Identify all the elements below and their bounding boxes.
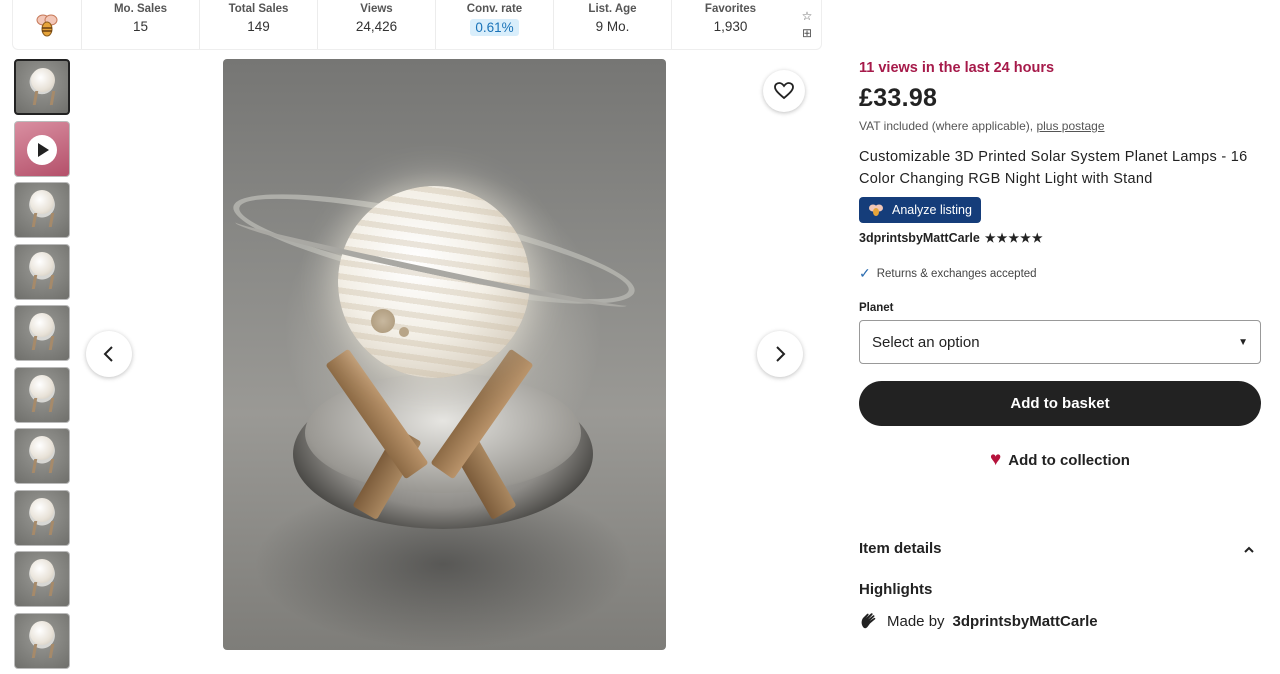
made-by-seller[interactable]: 3dprintsbyMattCarle bbox=[953, 613, 1098, 630]
returns-policy: ✓ Returns & exchanges accepted bbox=[859, 265, 1264, 282]
add-to-collection-button[interactable]: ♥ Add to collection bbox=[859, 438, 1261, 482]
listing-panel: 11 views in the last 24 hours £33.98 VAT… bbox=[859, 60, 1264, 630]
chevron-right-icon bbox=[776, 346, 786, 362]
stat-value: 15 bbox=[132, 19, 149, 34]
vat-text: VAT included (where applicable), bbox=[859, 119, 1034, 133]
chevron-up-icon bbox=[1244, 546, 1254, 553]
stat-label: Favorites bbox=[704, 3, 757, 15]
thumbnail-image[interactable] bbox=[14, 551, 70, 607]
stat-total-sales: Total Sales 149 bbox=[199, 0, 317, 49]
add-to-basket-button[interactable]: Add to basket bbox=[859, 381, 1261, 426]
seller-name[interactable]: 3dprintsbyMattCarle bbox=[859, 231, 980, 245]
hand-wave-icon bbox=[861, 613, 876, 629]
heart-outline-icon bbox=[774, 82, 794, 100]
star-icon[interactable]: ☆ bbox=[802, 10, 813, 22]
stat-label: Total Sales bbox=[228, 3, 289, 15]
item-details-toggle[interactable]: Item details bbox=[859, 540, 1255, 557]
made-by-prefix: Made by bbox=[887, 612, 945, 630]
stat-value: 1,930 bbox=[713, 19, 748, 34]
seller-row: 3dprintsbyMattCarle ★★★★★ bbox=[859, 231, 1264, 245]
stats-actions: ☆ ⊞ bbox=[795, 0, 819, 49]
stat-label: Conv. rate bbox=[466, 3, 523, 15]
thumbnail-stand bbox=[31, 582, 55, 596]
returns-text: Returns & exchanges accepted bbox=[876, 267, 1037, 280]
add-to-collection-label: Add to collection bbox=[1008, 451, 1130, 469]
thumbnail-stand bbox=[31, 459, 55, 473]
highlights-heading: Highlights bbox=[859, 581, 933, 598]
thumbnail-stand bbox=[31, 274, 55, 289]
thumbnail-image[interactable] bbox=[14, 489, 70, 546]
stat-list-age: List. Age 9 Mo. bbox=[553, 0, 671, 49]
vat-note: VAT included (where applicable), plus po… bbox=[859, 119, 1264, 133]
favorite-button[interactable] bbox=[763, 70, 805, 112]
planet-select[interactable]: Select an option ▼ bbox=[859, 320, 1261, 364]
thumbnail-planet bbox=[30, 313, 54, 337]
stats-bar: Mo. Sales 15 Total Sales 149 Views 24,42… bbox=[12, 0, 822, 50]
main-product-image[interactable] bbox=[223, 59, 666, 650]
thumbnail-stand bbox=[32, 91, 56, 105]
thumbnail-strip bbox=[14, 59, 70, 674]
stat-label: Mo. Sales bbox=[113, 3, 168, 15]
next-image-button[interactable] bbox=[757, 331, 803, 377]
thumbnail-image[interactable] bbox=[14, 243, 70, 300]
thumbnail-image[interactable] bbox=[14, 428, 70, 484]
play-icon bbox=[27, 134, 57, 165]
extension-logo-icon bbox=[869, 204, 883, 216]
thumbnail-stand bbox=[31, 213, 55, 227]
previous-image-button[interactable] bbox=[86, 331, 132, 377]
checkmark-icon: ✓ bbox=[859, 265, 871, 281]
analyze-listing-button[interactable]: Analyze listing bbox=[859, 197, 981, 223]
stat-conv-rate: Conv. rate 0.61% bbox=[435, 0, 553, 49]
planet-crater bbox=[399, 327, 409, 337]
thumbnail-video[interactable] bbox=[14, 120, 70, 177]
stat-views: Views 24,426 bbox=[317, 0, 435, 49]
thumbnail-planet bbox=[30, 190, 54, 214]
stat-value: 149 bbox=[247, 19, 270, 34]
thumbnail-stand bbox=[31, 643, 55, 658]
stat-label: List. Age bbox=[588, 3, 637, 15]
thumbnail-image[interactable] bbox=[14, 305, 70, 361]
thumbnail-image[interactable] bbox=[14, 182, 70, 238]
stat-value: 24,426 bbox=[355, 19, 398, 34]
extension-logo-icon[interactable] bbox=[13, 0, 81, 49]
thumbnail-image[interactable] bbox=[14, 366, 70, 423]
views-notice: 11 views in the last 24 hours bbox=[859, 60, 1055, 76]
item-details-heading: Item details bbox=[859, 540, 942, 557]
stat-value: 9 Mo. bbox=[595, 19, 630, 34]
price: £33.98 bbox=[859, 84, 938, 112]
planet-option-label: Planet bbox=[859, 302, 894, 314]
thumbnail-stand bbox=[31, 520, 55, 535]
stat-label: Views bbox=[360, 3, 393, 15]
stat-mo-sales: Mo. Sales 15 bbox=[81, 0, 199, 49]
postage-link[interactable]: plus postage bbox=[1036, 119, 1104, 133]
thumbnail-planet bbox=[31, 68, 55, 92]
expand-icon[interactable]: ⊞ bbox=[802, 27, 812, 39]
analyze-listing-label: Analyze listing bbox=[892, 203, 972, 217]
chevron-left-icon bbox=[103, 346, 113, 362]
thumbnail-planet bbox=[30, 436, 54, 460]
thumbnail-stand bbox=[31, 397, 55, 412]
thumbnail-planet bbox=[30, 620, 54, 645]
thumbnail-planet bbox=[30, 374, 54, 399]
listing-title: Customizable 3D Printed Solar System Pla… bbox=[859, 149, 1248, 187]
thumbnail-planet bbox=[30, 251, 54, 276]
thumbnail-planet bbox=[30, 497, 54, 522]
thumbnail-image[interactable] bbox=[14, 612, 70, 669]
planet-select-value: Select an option bbox=[872, 333, 980, 351]
conv-rate-badge: 0.61% bbox=[470, 19, 519, 36]
made-by-row: Made by 3dprintsbyMattCarle bbox=[859, 612, 1264, 630]
planet-crater bbox=[371, 309, 395, 333]
thumbnail-image[interactable] bbox=[14, 59, 70, 115]
thumbnail-stand bbox=[31, 336, 55, 350]
dropdown-caret-icon: ▼ bbox=[1238, 336, 1248, 348]
thumbnail-planet bbox=[30, 559, 54, 583]
rating-stars: ★★★★★ bbox=[984, 231, 1044, 245]
stat-favorites: Favorites 1,930 bbox=[671, 0, 789, 49]
heart-filled-icon: ♥ bbox=[990, 449, 1002, 470]
